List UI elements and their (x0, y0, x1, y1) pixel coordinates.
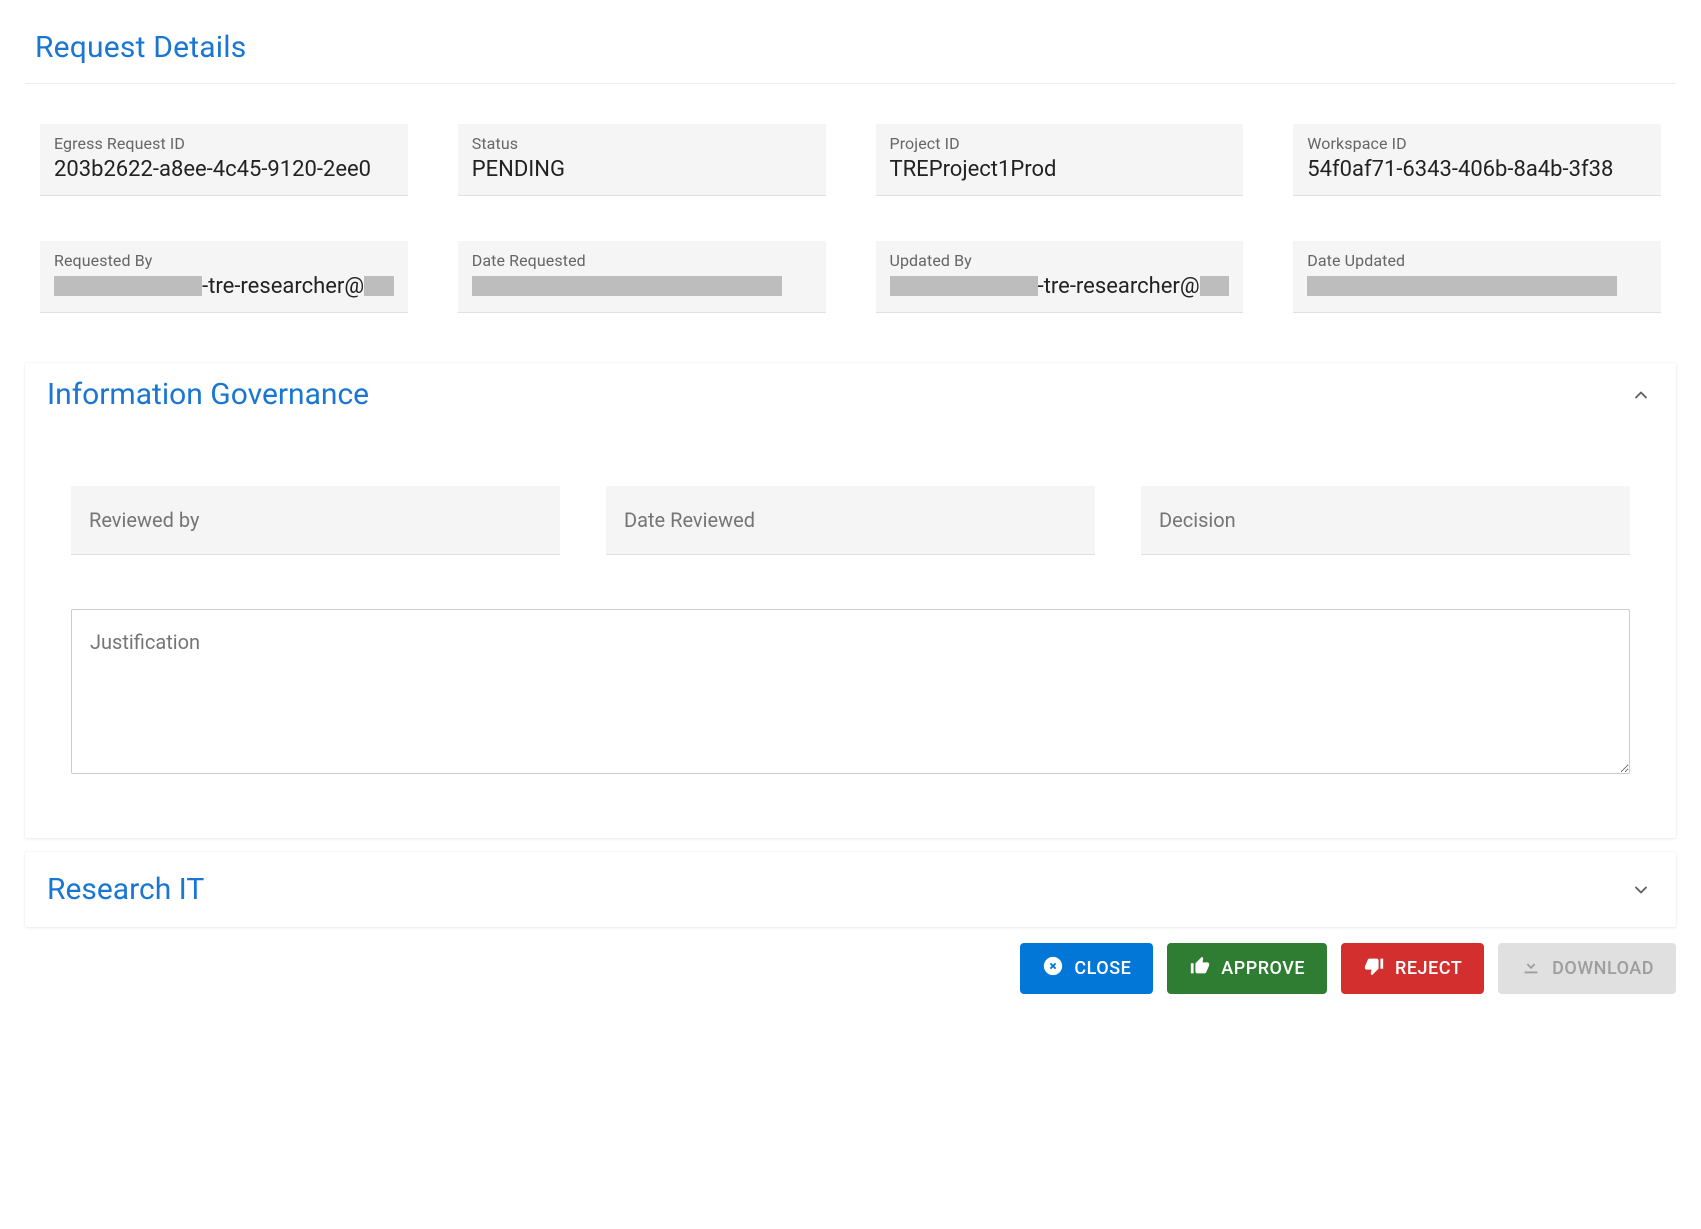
panel-body (25, 426, 1676, 838)
redacted-text (364, 276, 394, 296)
field-date-requested: Date Requested (458, 241, 826, 313)
ig-review-row (71, 486, 1630, 555)
button-label: CLOSE (1074, 958, 1131, 979)
details-grid: Egress Request ID 203b2622-a8ee-4c45-912… (40, 124, 1661, 313)
redacted-text (1200, 276, 1230, 296)
thumbs-down-icon (1363, 955, 1385, 982)
field-workspace-id: Workspace ID 54f0af71-6343-406b-8a4b-3f3… (1293, 124, 1661, 196)
redacted-text (1307, 276, 1617, 296)
panel-research-it: Research IT (25, 852, 1676, 927)
justification-textarea[interactable] (71, 609, 1630, 774)
action-bar: CLOSE APPROVE REJECT DOWNLOAD (25, 943, 1676, 994)
redacted-text (54, 276, 202, 296)
close-circle-icon (1042, 955, 1064, 982)
panel-header-information-governance[interactable]: Information Governance (25, 363, 1676, 426)
chevron-down-icon (1628, 877, 1654, 903)
field-date-updated: Date Updated (1293, 241, 1661, 313)
field-value: TREProject1Prod (890, 155, 1230, 183)
date-reviewed-input[interactable] (606, 486, 1095, 555)
field-value: 203b2622-a8ee-4c45-9120-2ee0 (54, 155, 394, 183)
field-label: Workspace ID (1307, 134, 1647, 153)
panel-title: Research IT (47, 872, 204, 907)
field-status: Status PENDING (458, 124, 826, 196)
field-value (1307, 272, 1647, 300)
approve-button[interactable]: APPROVE (1167, 943, 1327, 994)
chevron-up-icon (1628, 382, 1654, 408)
field-requested-by: Requested By -tre-researcher@ (40, 241, 408, 313)
title-divider (25, 83, 1676, 84)
reviewed-by-input[interactable] (71, 486, 560, 555)
button-label: DOWNLOAD (1552, 958, 1654, 979)
field-value-suffix: -tre-researcher@ (1038, 274, 1200, 299)
field-value: -tre-researcher@ (890, 272, 1230, 300)
button-label: APPROVE (1221, 958, 1305, 979)
field-label: Status (472, 134, 812, 153)
field-label: Updated By (890, 251, 1230, 270)
decision-input[interactable] (1141, 486, 1630, 555)
field-value (472, 272, 812, 300)
redacted-text (472, 276, 782, 296)
reject-button[interactable]: REJECT (1341, 943, 1484, 994)
field-project-id: Project ID TREProject1Prod (876, 124, 1244, 196)
panel-header-research-it[interactable]: Research IT (25, 852, 1676, 927)
field-label: Project ID (890, 134, 1230, 153)
page-title: Request Details (35, 30, 1676, 65)
field-egress-id: Egress Request ID 203b2622-a8ee-4c45-912… (40, 124, 408, 196)
close-button[interactable]: CLOSE (1020, 943, 1153, 994)
field-label: Date Updated (1307, 251, 1647, 270)
field-label: Requested By (54, 251, 394, 270)
field-updated-by: Updated By -tre-researcher@ (876, 241, 1244, 313)
field-label: Egress Request ID (54, 134, 394, 153)
field-value-suffix: -tre-researcher@ (202, 274, 364, 299)
field-value: 54f0af71-6343-406b-8a4b-3f38 (1307, 155, 1647, 183)
field-value: PENDING (472, 155, 812, 183)
thumbs-up-icon (1189, 955, 1211, 982)
redacted-text (890, 276, 1038, 296)
button-label: REJECT (1395, 958, 1462, 979)
field-value: -tre-researcher@ (54, 272, 394, 300)
panel-information-governance: Information Governance (25, 363, 1676, 838)
download-icon (1520, 955, 1542, 982)
panel-title: Information Governance (47, 377, 369, 412)
field-label: Date Requested (472, 251, 812, 270)
download-button: DOWNLOAD (1498, 943, 1676, 994)
